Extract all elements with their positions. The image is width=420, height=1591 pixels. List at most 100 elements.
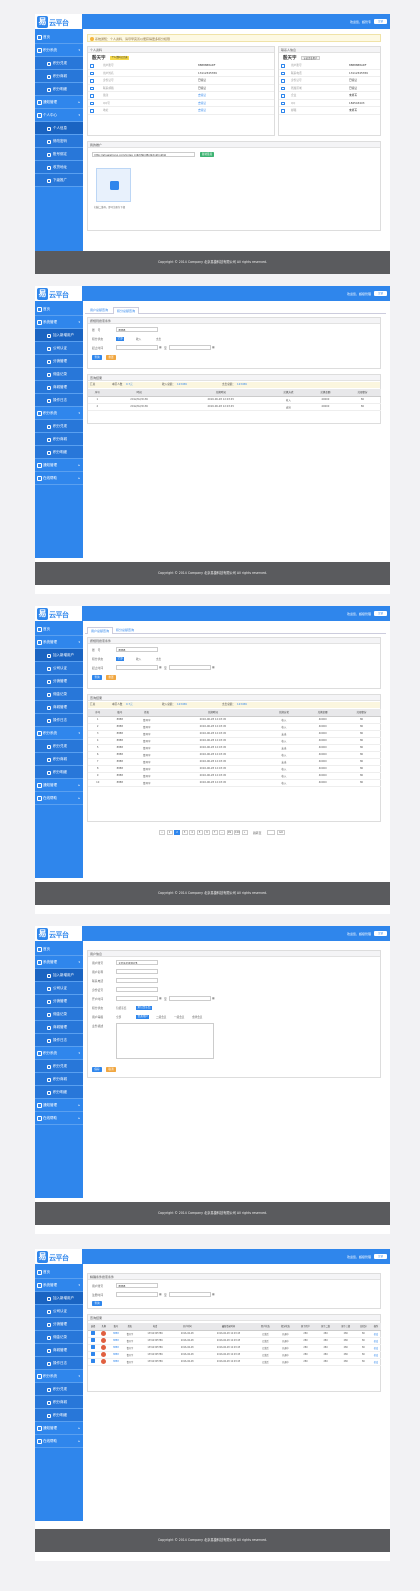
edit-link[interactable]: 修改 (374, 1340, 378, 1343)
nav-shop[interactable]: 商城管理 (35, 701, 83, 714)
page-button[interactable]: 2 (174, 830, 180, 835)
radio-level-normal[interactable]: 普通用户 (136, 1014, 150, 1019)
page-button[interactable]: 1 (166, 830, 173, 835)
nav-detail[interactable]: 积分明细 (35, 1409, 83, 1422)
logout-button[interactable]: 注销 (374, 931, 387, 936)
logout-button[interactable]: 注销 (374, 19, 387, 24)
nav-notice[interactable]: 通知管理 ▸ (35, 779, 83, 792)
page-button[interactable]: 4 (189, 830, 195, 835)
logout-button[interactable]: 注销 (374, 1254, 387, 1259)
nav-bind[interactable]: 账号绑定 (35, 148, 83, 161)
nav-credit[interactable]: 积分系统 ▾ (35, 1047, 83, 1060)
nav-contract[interactable]: 公司认证 (35, 982, 83, 995)
page-button[interactable]: 99 (226, 830, 233, 835)
nav-pwd[interactable]: 修改密码 (35, 135, 83, 148)
page-button[interactable]: « (159, 830, 165, 835)
nav-system[interactable]: 系统管理 ▾ (35, 956, 83, 969)
nav-contract[interactable]: 公司认证 (35, 1305, 83, 1318)
nav-home[interactable]: 首页 (35, 303, 83, 316)
nav-notice[interactable]: 通知管理 ▸ (35, 96, 83, 109)
nav-agent[interactable]: 分销管理 (35, 355, 83, 368)
nav-system[interactable]: 系统管理 ▾ (35, 316, 83, 329)
nav-shop[interactable]: 商城管理 (35, 381, 83, 394)
nav-help[interactable]: 在线帮助 ▸ (35, 1435, 83, 1448)
table-cell[interactable]: 8888 (109, 1337, 123, 1345)
table-cell[interactable]: 8888 (109, 1344, 123, 1352)
nav-add-user[interactable]: 加入新增用户 (35, 649, 83, 662)
nav-notice[interactable]: 通知管理 ▸ (35, 1422, 83, 1435)
nav-add-user[interactable]: 加入新增用户 (35, 1292, 83, 1305)
nav-system[interactable]: 系统管理 ▾ (35, 1279, 83, 1292)
page-button[interactable]: 6 (204, 830, 210, 835)
nav-myinfo[interactable]: 个人信息 (35, 122, 83, 135)
row-checkbox[interactable] (91, 1345, 96, 1349)
start-date-input[interactable] (116, 665, 158, 670)
goto-input[interactable] (267, 830, 275, 835)
info-value[interactable]: 去验证 (198, 100, 206, 108)
nav-agent[interactable]: 分销管理 (35, 995, 83, 1008)
start-date-input[interactable] (116, 345, 158, 350)
radio-exclude-frozen[interactable]: 未包含冻结 (136, 1005, 152, 1010)
page-button[interactable]: 7 (211, 830, 218, 835)
page-button[interactable]: 3 (181, 830, 188, 835)
nav-record[interactable]: 积分商城 (35, 753, 83, 766)
description-textarea[interactable] (116, 1023, 214, 1059)
nav-log[interactable]: 操作日志 (35, 1357, 83, 1370)
tab-credit-total[interactable]: 积分总额查询 (113, 307, 140, 314)
nav-log[interactable]: 操作日志 (35, 1034, 83, 1047)
radio-level-1[interactable]: 一级会员 (174, 1015, 184, 1019)
nav-addr[interactable]: 收货地址 (35, 161, 83, 174)
nav-home[interactable]: 首页 (35, 1266, 83, 1279)
nav-record[interactable]: 积分商城 (35, 70, 83, 83)
info-value[interactable]: 去验证 (198, 92, 206, 100)
nav-notice[interactable]: 通知管理 ▸ (35, 459, 83, 472)
nav-notice[interactable]: 通知管理 ▸ (35, 1099, 83, 1112)
nav-log[interactable]: 操作日志 (35, 394, 83, 407)
share-url-field[interactable]: http://shuaishong.com/index_kdkhfkkdfkdk… (92, 152, 195, 157)
radio-expense[interactable]: 支出 (156, 337, 161, 341)
nav-home[interactable]: 首页 (35, 623, 83, 636)
radio-expense[interactable]: 支出 (156, 657, 161, 661)
radio-all[interactable]: 全部 (116, 656, 125, 661)
username-input[interactable] (116, 969, 158, 974)
tab-user-total[interactable]: 用户总额查询 (87, 307, 111, 314)
nav-help[interactable]: 在线帮助 ▸ (35, 792, 83, 805)
end-date-input[interactable] (169, 996, 211, 1001)
radio-all[interactable]: 全部 (116, 336, 125, 341)
page-button[interactable]: 100 (234, 830, 240, 835)
radio-income[interactable]: 收入 (136, 657, 141, 661)
edit-link[interactable]: 修改 (374, 1361, 378, 1364)
nav-lower[interactable]: 下级推广 (35, 174, 83, 187)
save-button[interactable]: 保存 (92, 1067, 102, 1072)
nav-record[interactable]: 积分商城 (35, 433, 83, 446)
nav-cash[interactable]: 积分兑现 (35, 740, 83, 753)
account-input[interactable]: 8888 (116, 327, 158, 332)
edit-link[interactable]: 修改 (374, 1347, 378, 1350)
nav-add-user[interactable]: 加入新增用户 (35, 969, 83, 982)
nav-shop[interactable]: 商城管理 (35, 1021, 83, 1034)
row-checkbox[interactable] (91, 1359, 96, 1363)
idcard-input[interactable] (116, 987, 158, 992)
nav-system[interactable]: 系统管理 ▾ (35, 636, 83, 649)
end-date-input[interactable] (169, 665, 211, 670)
nav-add-user[interactable]: 加入新增用户 (35, 329, 83, 342)
page-button[interactable]: » (241, 830, 248, 835)
radio-level-gold[interactable]: 金牌会员 (192, 1015, 202, 1019)
radio-include-frozen[interactable]: 包括冻结 (116, 1006, 126, 1010)
nav-credit[interactable]: 积分系统 ▾ (35, 44, 83, 57)
nav-help[interactable]: 在线帮助 ▸ (35, 1112, 83, 1125)
nav-detail[interactable]: 积分明细 (35, 1086, 83, 1099)
table-cell[interactable]: 8888 (109, 1351, 123, 1359)
tab-credit-total[interactable]: 积分总额查询 (113, 627, 137, 634)
nav-record[interactable]: 积分商城 (35, 1396, 83, 1409)
nav-detail[interactable]: 积分明细 (35, 83, 83, 96)
radio-income[interactable]: 收入 (136, 337, 141, 341)
search-button[interactable]: 查询 (92, 1301, 102, 1306)
table-cell[interactable]: 8888 (109, 1330, 123, 1338)
edit-link[interactable]: 修改 (374, 1354, 378, 1357)
start-date-input[interactable] (116, 1292, 158, 1297)
go-button[interactable]: GO (277, 830, 285, 835)
end-date-input[interactable] (169, 345, 211, 350)
account-input[interactable]: 13312345678 (116, 960, 158, 965)
nav-contract[interactable]: 公司认证 (35, 662, 83, 675)
